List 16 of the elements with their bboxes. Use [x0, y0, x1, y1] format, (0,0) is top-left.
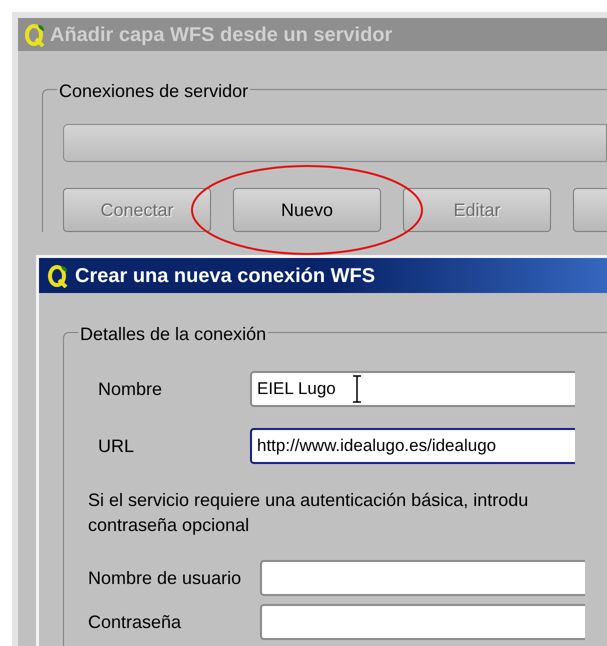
text-field[interactable]: http://www.idealugo.es/idealugo	[250, 428, 575, 464]
field-label: Nombre de usuario	[87, 566, 242, 590]
window-title: Añadir capa WFS desde un servidor	[50, 22, 392, 48]
logo-icon	[47, 264, 69, 288]
field-label: Contraseña	[87, 610, 182, 634]
field-label: URL	[97, 434, 136, 458]
text-field[interactable]	[260, 604, 585, 640]
dialog-button[interactable]: Nuevo	[233, 188, 381, 232]
text-field[interactable]: EIEL Lugo	[250, 371, 575, 407]
dialog-title: Crear una nueva conexión WFS	[75, 264, 376, 288]
logo-icon	[24, 22, 46, 46]
field-label: Nombre	[97, 378, 164, 400]
info-text: contraseña opcional	[88, 514, 250, 537]
connection-dropdown[interactable]	[63, 124, 607, 162]
text-field[interactable]	[260, 560, 585, 596]
info-text: Si el servicio requiere una autenticación básica, introdu	[88, 489, 530, 512]
